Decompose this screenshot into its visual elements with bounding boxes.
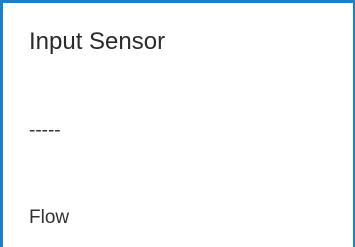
option-none[interactable]: -----: [3, 109, 353, 153]
input-sensor-dialog: Input Sensor ----- Flow: [0, 0, 355, 247]
option-flow[interactable]: Flow: [3, 196, 353, 240]
dialog-title: Input Sensor: [29, 28, 166, 55]
